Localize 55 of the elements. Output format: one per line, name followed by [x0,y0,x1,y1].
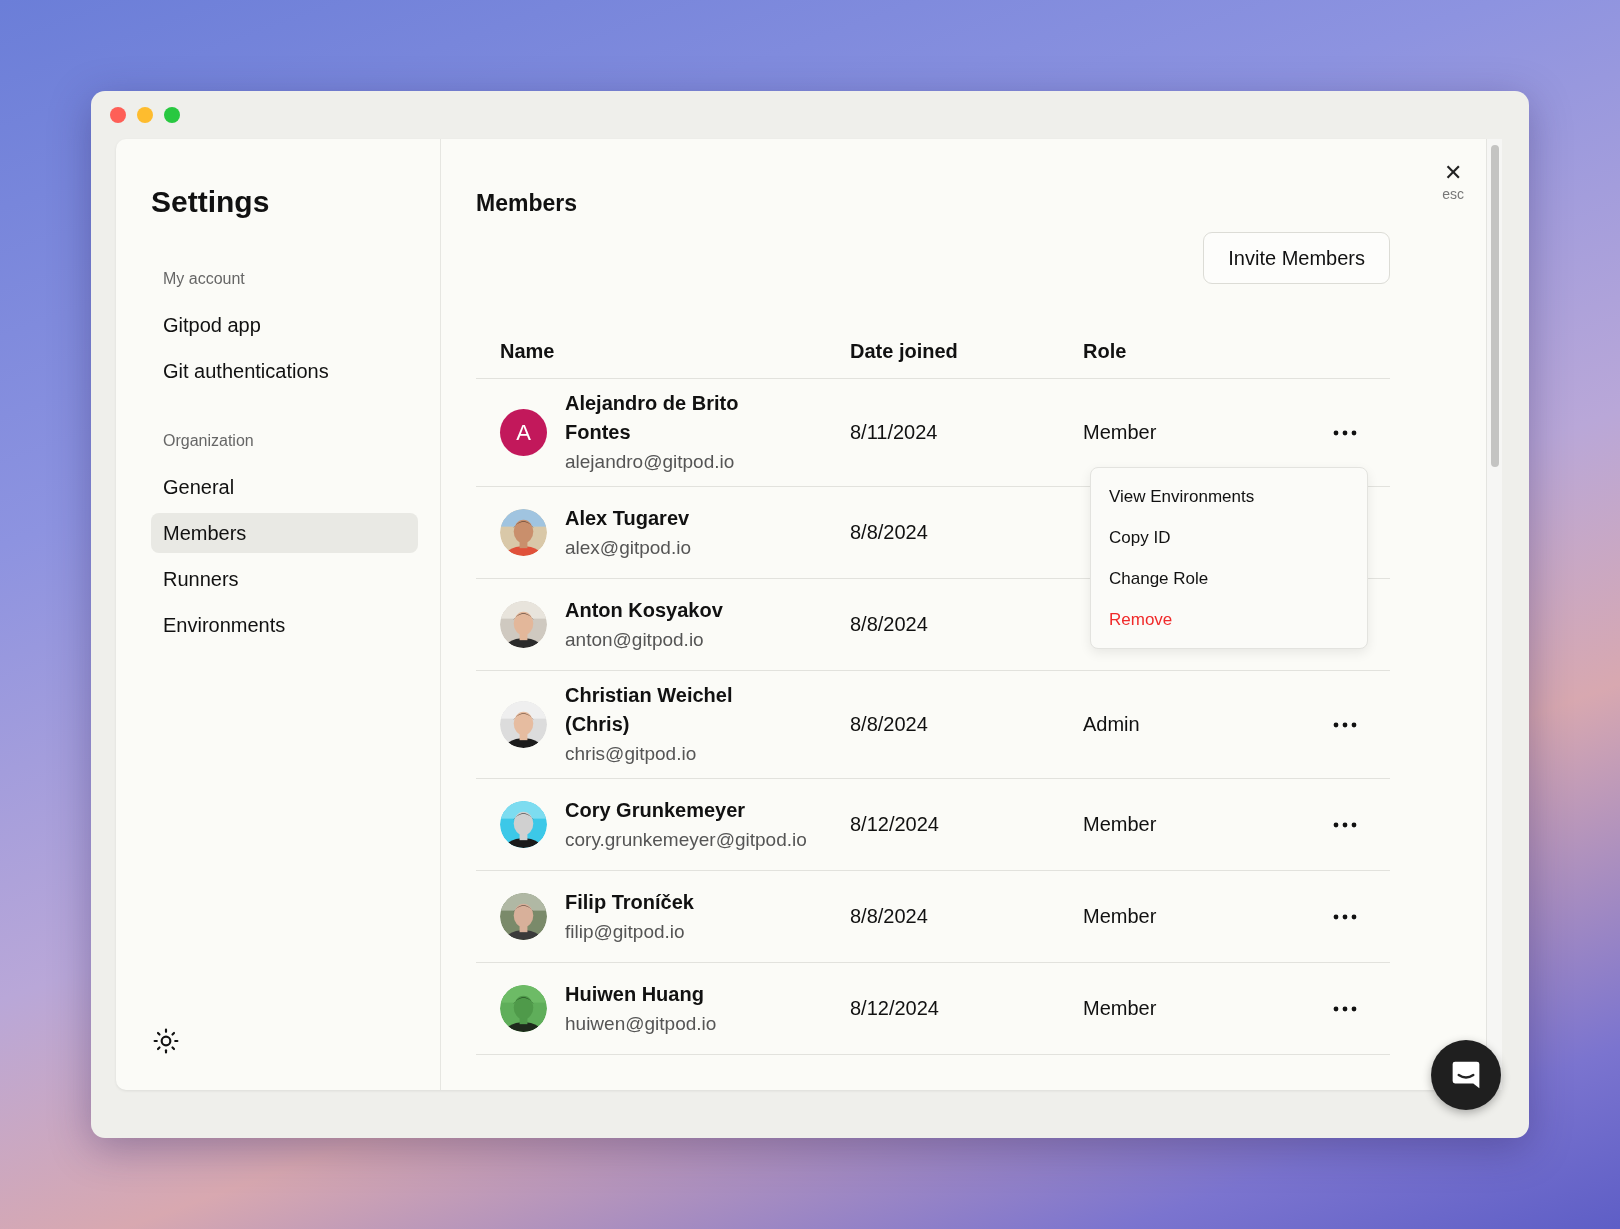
column-header: Date joined [850,339,959,363]
member-name: Alex Tugarev [565,505,691,531]
member-role: Member [1083,421,1157,443]
more-options-icon[interactable] [1333,1005,1357,1012]
member-email: filip@gitpod.io [565,919,686,944]
member-role: Admin [1083,713,1140,735]
avatar: A [500,409,547,456]
member-role: Member [1083,813,1157,835]
section-heading: My account [162,269,246,289]
sidebar-title: Settings [151,184,271,220]
close-button[interactable]: ✕ esc [1440,159,1466,205]
sidebar-item[interactable]: Runners [151,559,418,599]
column-header: Role [1083,339,1127,363]
sidebar-item[interactable]: Gitpod app [151,305,418,345]
scrollbar[interactable] [1486,139,1502,1090]
more-options-icon[interactable] [1333,721,1357,728]
date-joined: 8/8/2024 [850,521,929,544]
member-email: chris@gitpod.io [565,742,698,766]
member-name: Anton Kosyakov [565,597,724,623]
sidebar-item[interactable]: Members [151,513,418,553]
date-joined: 8/8/2024 [850,613,929,636]
date-joined: 8/8/2024 [850,713,929,736]
sidebar-item[interactable]: General [151,467,418,507]
more-options-icon[interactable] [1333,429,1357,436]
more-options-icon[interactable] [1333,821,1357,828]
more-options-icon[interactable] [1333,913,1357,920]
menu-item[interactable]: Remove [1091,599,1367,640]
section-heading: Organization [162,431,255,451]
member-role: Member [1083,905,1157,927]
menu-item[interactable]: View Environments [1091,476,1367,517]
invite-members-button[interactable]: Invite Members [1203,232,1390,284]
menu-item[interactable]: Change Role [1091,558,1367,599]
member-role: Member [1083,997,1157,1019]
date-joined: 8/11/2024 [850,421,939,444]
close-window-button[interactable] [110,107,126,123]
scrollbar-thumb[interactable] [1490,145,1499,467]
member-name: Christian Weichel (Chris) [565,683,734,737]
member-email: huiwen@gitpod.io [565,1011,718,1036]
member-name: Huiwen Huang [565,981,705,1007]
member-name: Alejandro de Brito Fontes [565,391,740,445]
member-email: anton@gitpod.io [565,627,705,652]
menu-item[interactable]: Copy ID [1091,517,1367,558]
column-header: Name [499,339,556,363]
member-email: alejandro@gitpod.io [565,450,736,474]
sidebar-item[interactable]: Git authentications [151,351,418,391]
date-joined: 8/12/2024 [850,813,940,836]
member-email: cory.grunkemeyer@gitpod.io [565,827,807,852]
page-title: Members [476,189,577,218]
date-joined: 8/8/2024 [850,905,929,928]
member-name: Filip Troníček [565,889,695,915]
date-joined: 8/12/2024 [850,997,940,1020]
member-email: alex@gitpod.io [565,535,692,560]
sidebar-item[interactable]: Environments [151,605,418,645]
member-name: Cory Grunkemeyer [565,797,747,823]
theme-toggle-icon[interactable] [153,1028,179,1054]
